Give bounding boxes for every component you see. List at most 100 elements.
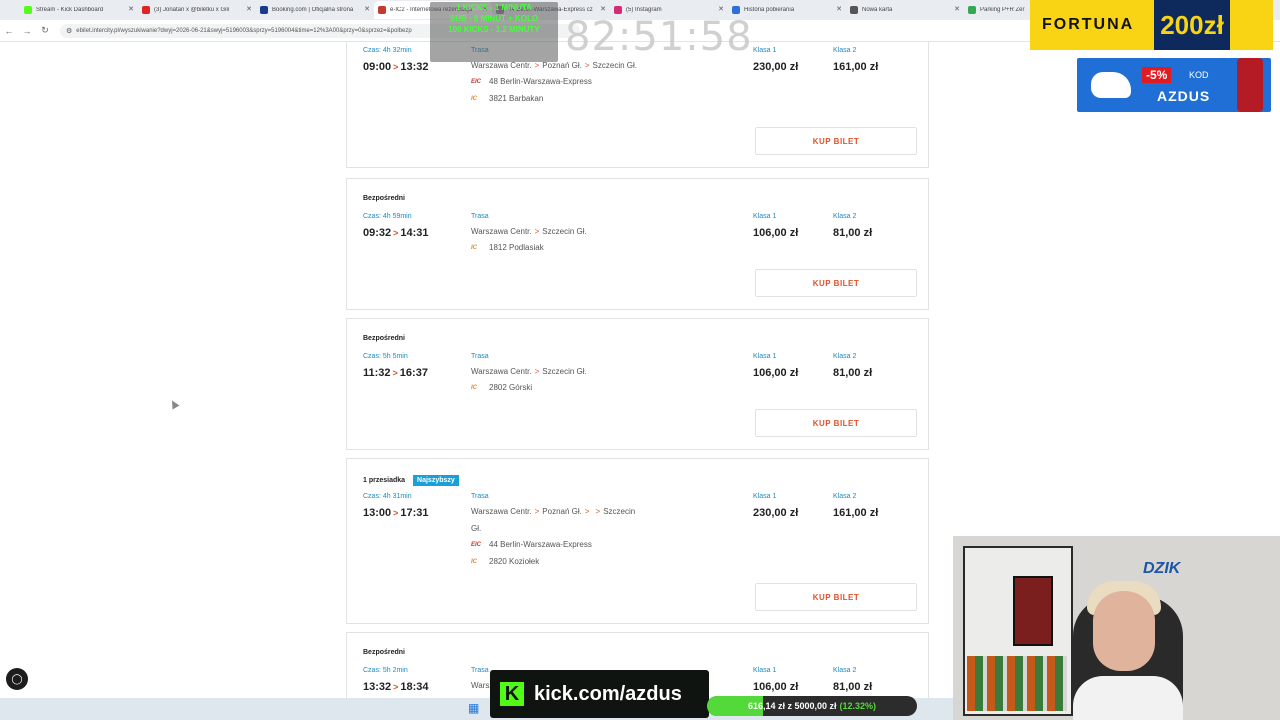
tab-favicon-icon	[378, 6, 386, 14]
class1-price: 106,00 zł	[753, 227, 799, 239]
arrival-time: 18:34	[400, 681, 429, 693]
webcam-head	[1093, 591, 1155, 671]
browser-tab[interactable]: (3) Jonatan x @biletku x Gili ✕	[138, 1, 256, 19]
class2-label: Klasa 2	[833, 493, 857, 500]
class1-price: 106,00 zł	[753, 681, 799, 693]
station-name: Poznań Gł.	[542, 507, 582, 516]
class1-price: 230,00 zł	[753, 61, 799, 73]
route-label: Trasa	[471, 353, 489, 360]
station-name: Szczecin Gł.	[542, 227, 587, 236]
travel-duration: Czas: 5h 2min	[363, 667, 408, 674]
connection-badges: Bezpośredni	[363, 649, 405, 656]
site-info-icon[interactable]: ⚙	[66, 27, 72, 35]
fortuna-ad: FORTUNA 200zł	[1030, 0, 1273, 50]
browser-tab[interactable]: Nowa karta ✕	[846, 1, 964, 19]
browser-tab[interactable]: Stream - Kick Dashboard ✕	[20, 1, 138, 19]
connection-card: 1 przesiadka Najszybszy Czas: 4h 31min 13:0…	[346, 458, 929, 624]
kick-logo-icon: K	[500, 682, 524, 706]
connection-badges: Bezpośredni	[363, 335, 405, 342]
tab-title: Historia pobierania	[744, 7, 795, 13]
dzik-logo: DZIK	[1143, 560, 1181, 577]
arrival-time: 16:37	[399, 367, 428, 379]
train-info: IC 2802 Górski	[471, 383, 532, 392]
reload-icon[interactable]: ↻	[36, 25, 54, 36]
tab-close-icon[interactable]: ✕	[954, 5, 960, 13]
station-name: Szczecin Gł.	[592, 61, 637, 70]
arrival-time: 13:32	[400, 61, 429, 73]
class1-label: Klasa 1	[753, 493, 777, 500]
tab-close-icon[interactable]: ✕	[836, 5, 842, 13]
donation-goal-bar: 616,14 zł z 5000,00 zł (12.32%)	[707, 696, 917, 716]
kick-url: kick.com/azdus	[534, 682, 682, 705]
windows-start-icon[interactable]: ▦	[468, 702, 480, 714]
webcam-feed: DZIK	[953, 536, 1280, 720]
train-info: IC 3821 Barbakan	[471, 94, 543, 103]
class2-price: 161,00 zł	[833, 61, 879, 73]
arrow-icon: >	[393, 62, 399, 72]
travel-duration: Czas: 4h 31min	[363, 493, 412, 500]
connection-badges: Bezpośredni	[363, 195, 405, 202]
class1-price: 106,00 zł	[753, 367, 799, 379]
class1-label: Klasa 1	[753, 667, 777, 674]
tab-title: Nowa karta	[862, 7, 893, 13]
subathon-rule-3: 100 KICKS - 1.2 MINUTY	[448, 25, 540, 34]
class2-price: 161,00 zł	[833, 507, 879, 519]
kick-banner: K kick.com/azdus	[490, 670, 709, 718]
route-label: Trasa	[471, 493, 489, 500]
chevron-right-icon: >	[584, 61, 590, 70]
buy-ticket-button[interactable]: KUP BILET	[755, 409, 917, 437]
tab-close-icon[interactable]: ✕	[718, 5, 724, 13]
arrow-icon: >	[393, 508, 399, 518]
connection-type: 1 przesiadka	[363, 477, 406, 484]
fortuna-logo: FORTUNA	[1042, 16, 1135, 33]
chevron-right-icon: >	[534, 61, 540, 70]
station-name: Poznań Gł.	[542, 61, 582, 70]
forward-icon[interactable]: →	[18, 26, 36, 36]
buy-ticket-button[interactable]: KUP BILET	[755, 583, 917, 611]
tab-close-icon[interactable]: ✕	[600, 5, 606, 13]
chevron-right-icon: >	[584, 507, 590, 516]
carrier-logo-icon: IC	[471, 244, 477, 251]
arrow-icon: >	[393, 682, 399, 692]
route-label: Trasa	[471, 667, 489, 674]
tab-title: Booking.com | Oficjalna strona	[272, 7, 354, 13]
accessibility-button[interactable]: ◯	[6, 668, 28, 690]
url-text: ebilet.intercity.pl/wyszukiwanie?dwyj=20…	[76, 27, 412, 34]
train-name: 3821 Barbakan	[489, 94, 544, 103]
train-name: 48 Berlin-Warszawa-Express	[489, 77, 592, 86]
back-icon[interactable]: ←	[0, 26, 18, 36]
webcam-cans	[967, 656, 1067, 711]
station-name: Warszawa Centr.	[471, 507, 532, 516]
fortuna-bonus: 200zł	[1154, 0, 1230, 50]
arrow-icon: >	[393, 228, 399, 238]
subathon-rule-1: 1 KICKS - 1 MINUTA	[456, 3, 532, 12]
tab-close-icon[interactable]: ✕	[246, 5, 252, 13]
bull-logo-icon	[1091, 72, 1131, 98]
tab-close-icon[interactable]: ✕	[364, 5, 370, 13]
browser-tab[interactable]: Booking.com | Oficjalna strona ✕	[256, 1, 374, 19]
promo-discount: -5%	[1142, 67, 1172, 83]
tab-close-icon[interactable]: ✕	[128, 5, 134, 13]
station-name: Warszawa Centr.	[471, 367, 532, 376]
departure-arrival: 13:00 >17:31	[363, 507, 429, 519]
chevron-right-icon: >	[534, 227, 540, 236]
donation-goal-percent: (12.32%)	[839, 701, 877, 711]
travel-duration: Czas: 4h 59min	[363, 213, 412, 220]
tab-title: Stream - Kick Dashboard	[36, 7, 104, 13]
carrier-logo-icon: IC	[471, 558, 477, 565]
energy-drink-can-icon	[1237, 58, 1263, 112]
class1-label: Klasa 1	[753, 353, 777, 360]
tab-favicon-icon	[732, 6, 740, 14]
class1-label: Klasa 1	[753, 47, 777, 54]
arrow-icon: >	[392, 368, 398, 378]
train-info: EIC 48 Berlin-Warszawa-Express	[471, 77, 592, 86]
train-name: 44 Berlin-Warszawa-Express	[489, 540, 592, 549]
promo-kod-label: KOD	[1189, 70, 1209, 80]
webcam-shirt	[1073, 676, 1183, 720]
buy-ticket-button[interactable]: KUP BILET	[755, 127, 917, 155]
tab-title: (3) Jonatan x @biletku x Gili	[154, 7, 230, 13]
buy-ticket-button[interactable]: KUP BILET	[755, 269, 917, 297]
departure-time: 13:32	[363, 681, 392, 693]
fastest-badge: Najszybszy	[413, 475, 459, 486]
class1-label: Klasa 1	[753, 213, 777, 220]
